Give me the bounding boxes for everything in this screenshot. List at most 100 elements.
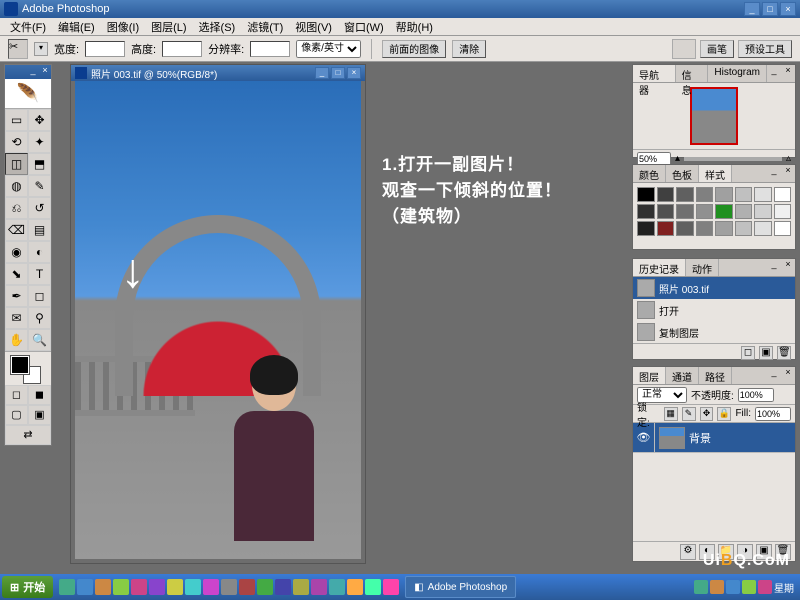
ql-icon[interactable] — [59, 579, 75, 595]
screenmode-std-icon[interactable]: ▢ — [5, 405, 28, 425]
swatch[interactable] — [696, 204, 714, 219]
history-item[interactable]: 照片 003.tif — [633, 277, 795, 299]
notes-tool[interactable]: ✉ — [5, 307, 28, 329]
ql-icon[interactable] — [383, 579, 399, 595]
panel-min-icon[interactable]: _ — [767, 65, 781, 82]
blur-tool[interactable]: ◉ — [5, 241, 28, 263]
menu-help[interactable]: 帮助(H) — [390, 19, 439, 35]
dodge-tool[interactable]: ◐ — [28, 241, 51, 263]
stamp-tool[interactable]: ⎌ — [5, 197, 28, 219]
ql-icon[interactable] — [221, 579, 237, 595]
toolbox-minimize-icon[interactable]: _ — [27, 65, 39, 79]
hand-tool[interactable]: ✋ — [5, 329, 28, 351]
shape-tool[interactable]: ◻ — [28, 285, 51, 307]
crop-tool[interactable]: ◫ — [5, 153, 28, 175]
wand-tool[interactable]: ✦ — [28, 131, 51, 153]
menu-edit[interactable]: 编辑(E) — [52, 19, 101, 35]
swatch[interactable] — [657, 204, 675, 219]
panel-min-icon[interactable]: _ — [767, 367, 781, 384]
zoom-slider[interactable] — [684, 157, 782, 161]
swatch[interactable] — [735, 204, 753, 219]
ql-icon[interactable] — [95, 579, 111, 595]
canvas[interactable]: ↓ — [75, 81, 361, 559]
visibility-icon[interactable]: 👁 — [633, 423, 655, 452]
slice-tool[interactable]: ⬒ — [28, 153, 51, 175]
ql-icon[interactable] — [167, 579, 183, 595]
clear-button[interactable]: 清除 — [452, 40, 486, 58]
swatch[interactable] — [676, 221, 694, 236]
ql-icon[interactable] — [257, 579, 273, 595]
ql-icon[interactable] — [185, 579, 201, 595]
new-snapshot-icon[interactable]: ◻ — [741, 346, 755, 360]
eyedropper-tool[interactable]: ⚲ — [28, 307, 51, 329]
swatch[interactable] — [637, 187, 655, 202]
color-picker[interactable] — [5, 351, 51, 385]
doc-maximize-button[interactable]: □ — [331, 67, 345, 79]
ql-icon[interactable] — [347, 579, 363, 595]
clock[interactable]: 星期 — [774, 580, 794, 595]
doc-minimize-button[interactable]: _ — [315, 67, 329, 79]
marquee-tool[interactable]: ▭ — [5, 109, 28, 131]
tab-styles[interactable]: 样式 — [699, 165, 732, 182]
swatch[interactable] — [637, 204, 655, 219]
swatch[interactable] — [637, 221, 655, 236]
tray-icon[interactable] — [694, 580, 708, 594]
brush-preview-icon[interactable] — [672, 39, 696, 59]
tab-actions[interactable]: 动作 — [686, 259, 719, 276]
screenmode-full-icon[interactable]: ▣ — [28, 405, 51, 425]
panel-min-icon[interactable]: _ — [767, 165, 781, 182]
delete-icon[interactable]: 🗑 — [777, 346, 791, 360]
minimize-button[interactable]: _ — [744, 2, 760, 16]
fill-input[interactable] — [755, 407, 791, 421]
tray-icon[interactable] — [726, 580, 740, 594]
quickmask-icon[interactable]: ◼ — [28, 385, 51, 405]
ql-icon[interactable] — [275, 579, 291, 595]
swatch[interactable] — [754, 221, 772, 236]
history-brush-tool[interactable]: ↺ — [28, 197, 51, 219]
panel-min-icon[interactable]: _ — [767, 259, 781, 276]
tool-presets-tab[interactable]: 预设工具 — [738, 40, 792, 58]
history-item[interactable]: 打开 — [633, 299, 795, 321]
swatch[interactable] — [657, 221, 675, 236]
menu-filter[interactable]: 滤镜(T) — [241, 19, 289, 35]
layer-fx-icon[interactable]: ⚙ — [680, 544, 696, 560]
ql-icon[interactable] — [203, 579, 219, 595]
units-select[interactable]: 像素/英寸 — [296, 40, 361, 58]
swatch[interactable] — [715, 204, 733, 219]
move-tool[interactable]: ✥ — [28, 109, 51, 131]
zoom-tool[interactable]: 🔍 — [28, 329, 51, 351]
menu-layer[interactable]: 图层(L) — [145, 19, 192, 35]
tab-histogram[interactable]: Histogram — [708, 65, 767, 82]
menu-window[interactable]: 窗口(W) — [338, 19, 390, 35]
layer-name[interactable]: 背景 — [689, 430, 711, 446]
tray-icon[interactable] — [742, 580, 756, 594]
ql-icon[interactable] — [293, 579, 309, 595]
new-doc-icon[interactable]: ▣ — [759, 346, 773, 360]
panel-close-icon[interactable]: × — [781, 367, 795, 384]
resolution-input[interactable] — [250, 41, 290, 57]
tab-info[interactable]: 信息 — [676, 65, 709, 82]
swatch[interactable] — [735, 187, 753, 202]
lock-trans-icon[interactable]: ▦ — [664, 407, 678, 421]
doc-close-button[interactable]: × — [347, 67, 361, 79]
menu-file[interactable]: 文件(F) — [4, 19, 52, 35]
swatch[interactable] — [754, 187, 772, 202]
maximize-button[interactable]: □ — [762, 2, 778, 16]
height-input[interactable] — [162, 41, 202, 57]
tab-swatches[interactable]: 色板 — [666, 165, 699, 182]
quickmask-std-icon[interactable]: ◻ — [5, 385, 28, 405]
foreground-color[interactable] — [11, 356, 29, 374]
tab-paths[interactable]: 路径 — [699, 367, 732, 384]
swatch[interactable] — [715, 187, 733, 202]
tab-color[interactable]: 颜色 — [633, 165, 666, 182]
menu-select[interactable]: 选择(S) — [193, 19, 242, 35]
tab-history[interactable]: 历史记录 — [633, 259, 686, 276]
healing-tool[interactable]: ◍ — [5, 175, 28, 197]
lasso-tool[interactable]: ⟲ — [5, 131, 28, 153]
ql-icon[interactable] — [311, 579, 327, 595]
tray-icon[interactable] — [710, 580, 724, 594]
tab-channels[interactable]: 通道 — [666, 367, 699, 384]
path-tool[interactable]: ⬊ — [5, 263, 28, 285]
taskbar-item-photoshop[interactable]: ◧ Adobe Photoshop — [405, 576, 516, 598]
swatch[interactable] — [774, 221, 792, 236]
